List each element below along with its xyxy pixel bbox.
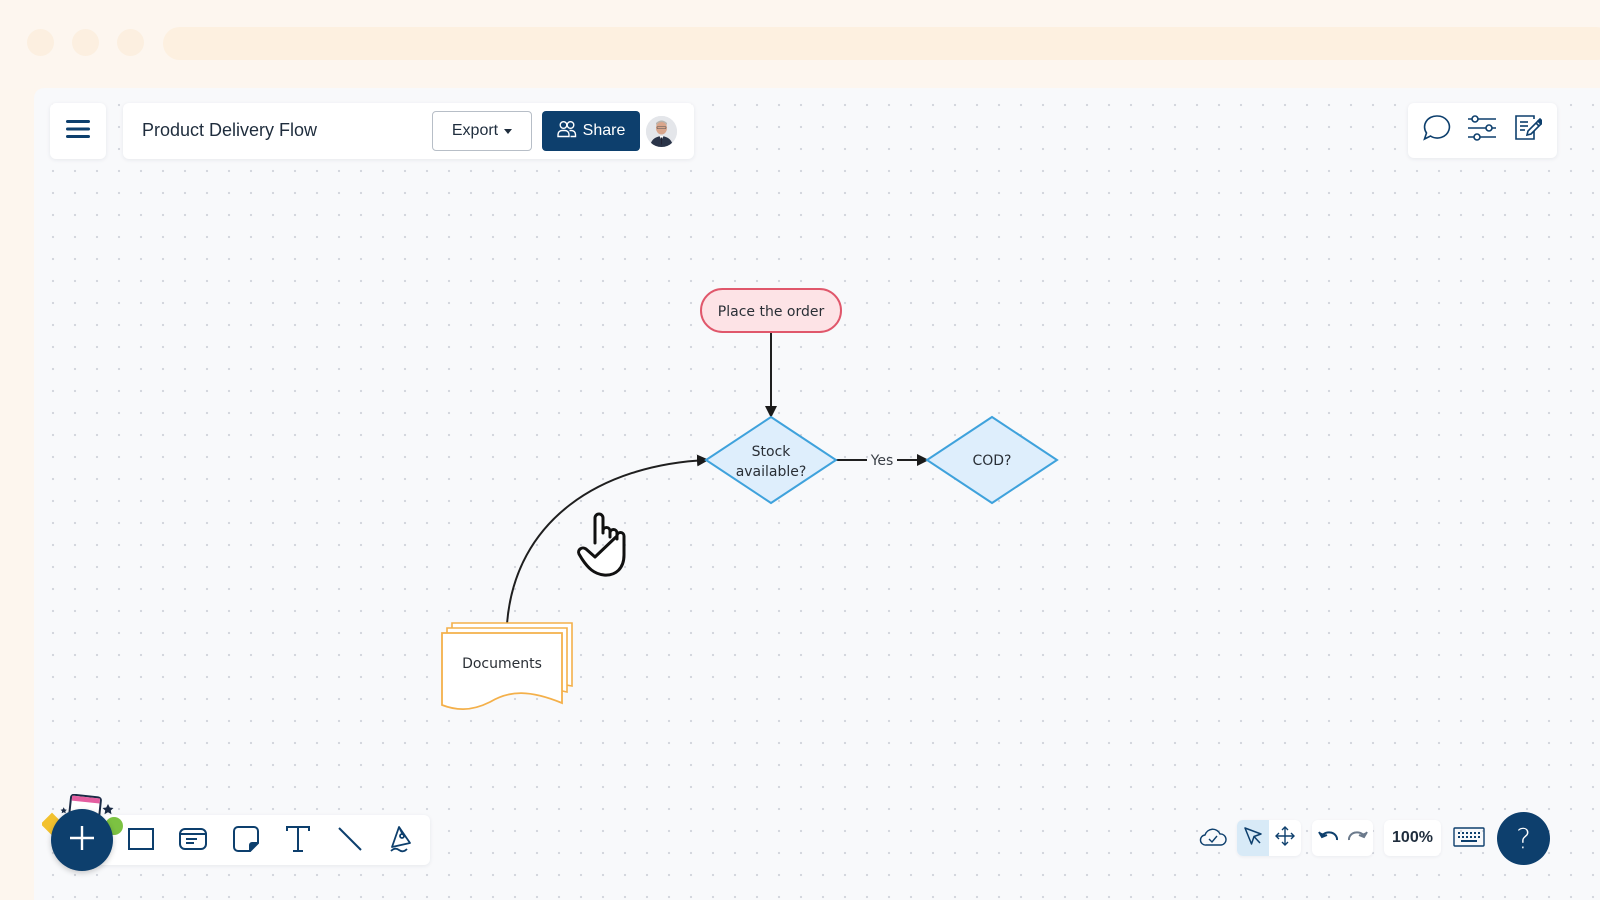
- edge-label-yes: Yes: [870, 453, 894, 469]
- sliders-icon: [1467, 115, 1497, 146]
- redo-button[interactable]: [1344, 820, 1370, 856]
- line-icon: [337, 826, 363, 857]
- export-button[interactable]: Export: [432, 111, 532, 151]
- select-tool-button[interactable]: [1237, 820, 1269, 856]
- notes-button[interactable]: [1510, 113, 1546, 149]
- move-icon: [1275, 825, 1295, 851]
- rectangle-icon: [128, 827, 154, 855]
- document-title[interactable]: Product Delivery Flow: [142, 120, 317, 141]
- pan-tool-button[interactable]: [1269, 820, 1301, 856]
- pen-icon: [389, 825, 415, 858]
- sticky-note-icon: [233, 825, 261, 857]
- browser-chrome: [0, 0, 1600, 90]
- redo-icon: [1346, 828, 1368, 849]
- rectangle-tool[interactable]: [124, 824, 158, 858]
- node-label-line-1: Stock: [752, 444, 792, 460]
- add-shape-button[interactable]: [51, 809, 113, 871]
- text-tool[interactable]: [281, 824, 315, 858]
- share-button[interactable]: Share: [542, 111, 640, 151]
- zoom-level-button[interactable]: 100%: [1384, 820, 1441, 856]
- window-close-button[interactable]: [27, 29, 54, 56]
- share-label: Share: [582, 122, 626, 139]
- pen-tool[interactable]: [385, 824, 419, 858]
- speech-bubble-icon: [1422, 113, 1452, 148]
- caret-down-icon: [504, 128, 513, 134]
- window-maximize-button[interactable]: [117, 29, 144, 56]
- right-toolbar: [1408, 103, 1557, 158]
- shape-toolbar: [76, 815, 430, 865]
- hamburger-menu-icon: [66, 119, 90, 144]
- keyboard-shortcuts-button[interactable]: [1452, 826, 1486, 852]
- users-icon: [556, 120, 577, 143]
- help-button[interactable]: ?: [1497, 812, 1550, 865]
- export-label: Export: [451, 122, 499, 139]
- canvas-mode-group: [1237, 820, 1301, 856]
- plus-icon: [69, 825, 95, 856]
- node-label: COD?: [972, 453, 1011, 469]
- keyboard-icon: [1453, 826, 1485, 852]
- card-tool[interactable]: [176, 824, 210, 858]
- document-header: Product Delivery Flow Export Share: [123, 103, 694, 159]
- address-bar[interactable]: [163, 27, 1600, 60]
- text-icon: [286, 825, 310, 857]
- window-minimize-button[interactable]: [72, 29, 99, 56]
- comments-button[interactable]: [1419, 113, 1455, 149]
- history-group: [1312, 820, 1373, 856]
- line-tool[interactable]: [333, 824, 367, 858]
- node-label: Documents: [462, 656, 542, 672]
- undo-icon: [1318, 828, 1340, 849]
- node-place-the-order[interactable]: Place the order: [700, 288, 842, 333]
- undo-button[interactable]: [1316, 820, 1342, 856]
- main-menu-button[interactable]: [50, 103, 106, 159]
- diagram-canvas[interactable]: [34, 88, 1600, 900]
- avatar[interactable]: [646, 116, 677, 147]
- node-label-line-2: available?: [736, 464, 807, 480]
- pointer-icon: [1243, 826, 1263, 851]
- save-status-button[interactable]: [1198, 824, 1228, 854]
- card-icon: [179, 827, 207, 855]
- edit-document-icon: [1514, 114, 1545, 147]
- node-label: Place the order: [718, 304, 825, 320]
- cloud-saved-icon: [1199, 827, 1227, 852]
- settings-button[interactable]: [1464, 113, 1500, 149]
- sticky-note-tool[interactable]: [229, 824, 263, 858]
